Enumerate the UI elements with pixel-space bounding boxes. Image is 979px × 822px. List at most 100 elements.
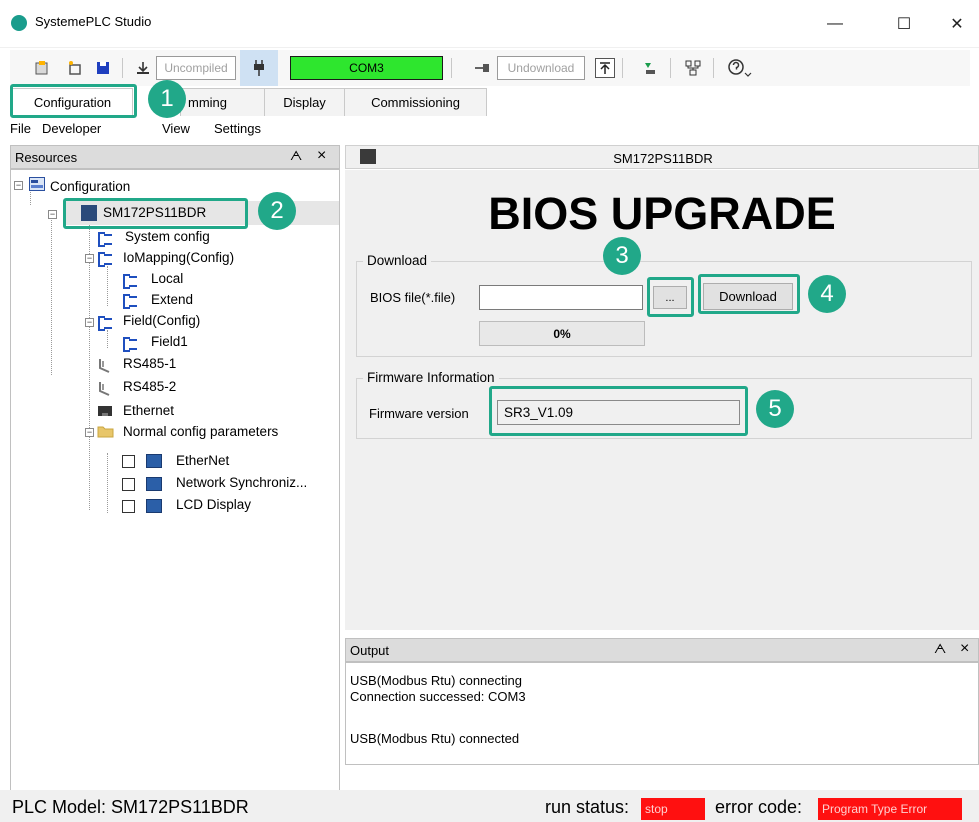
serial-port-icon — [97, 357, 113, 373]
bios-file-input[interactable] — [479, 285, 643, 310]
upload-icon[interactable] — [472, 58, 492, 78]
upload-to-top-icon[interactable] — [595, 58, 615, 78]
help-icon[interactable] — [725, 58, 753, 78]
mapping-icon — [97, 315, 113, 331]
ethernet-port-icon — [97, 404, 113, 418]
download-status-field: Undownload — [497, 56, 585, 80]
toolbar: Uncompiled COM3 Undownload — [10, 50, 970, 86]
save-icon[interactable] — [93, 58, 113, 78]
collapse-toggle[interactable]: − — [85, 254, 94, 263]
pin-icon[interactable]: ᗅ — [290, 148, 302, 164]
output-line: USB(Modbus Rtu) connected — [350, 731, 520, 746]
status-bar: PLC Model: SM172PS11BDR run status: stop… — [0, 790, 979, 822]
minimize-button[interactable]: — — [813, 10, 857, 38]
firmware-group-label: Firmware Information — [363, 370, 499, 385]
tree-node-param-netsync[interactable]: Network Synchroniz... — [176, 475, 307, 490]
collapse-toggle[interactable]: − — [85, 428, 94, 437]
toolbar-separator — [713, 58, 714, 78]
tab-commissioning[interactable]: Commissioning — [344, 88, 487, 116]
run-status-label: run status: — [545, 797, 630, 817]
output-close-icon[interactable]: × — [960, 640, 969, 658]
output-pin-icon[interactable]: ᗅ — [934, 641, 946, 657]
new-project-icon[interactable] — [32, 58, 52, 78]
menu-file[interactable]: File — [10, 121, 31, 136]
mapping-icon — [97, 231, 113, 247]
bios-heading: BIOS UPGRADE — [488, 188, 836, 239]
collapse-toggle[interactable]: − — [14, 181, 23, 190]
error-code-label: error code: — [715, 797, 803, 817]
com-port-field[interactable]: COM3 — [290, 56, 443, 80]
toolbar-separator — [451, 58, 452, 78]
mapping-icon — [122, 293, 138, 309]
connect-button[interactable] — [240, 50, 278, 86]
netsync-param-checkbox[interactable] — [122, 478, 135, 491]
callout-highlight-3 — [647, 277, 694, 317]
tree-guide — [107, 453, 108, 513]
menu-view[interactable]: View — [162, 121, 190, 136]
mapping-icon — [97, 251, 113, 267]
callout-highlight-5 — [489, 386, 748, 436]
tree-node-iomapping[interactable]: IoMapping(Config) — [123, 250, 234, 265]
output-log: USB(Modbus Rtu) connecting Connection su… — [345, 662, 979, 765]
window-title: SystemePLC Studio — [35, 14, 152, 29]
tree-node-local[interactable]: Local — [151, 271, 183, 286]
app-logo-icon — [11, 15, 27, 31]
tree-node-configuration[interactable]: Configuration — [50, 179, 130, 194]
tree-node-system-config[interactable]: System config — [125, 229, 210, 244]
param-icon — [146, 454, 162, 468]
tree-node-param-lcd[interactable]: LCD Display — [176, 497, 251, 512]
tree-node-normal-params[interactable]: Normal config parameters — [123, 424, 278, 439]
tree-guide — [107, 266, 108, 306]
menu-developer[interactable]: Developer — [42, 121, 101, 136]
mapping-icon — [122, 273, 138, 289]
callout-highlight-2 — [63, 198, 248, 229]
run-status-badge: stop — [641, 798, 705, 820]
ethernet-param-checkbox[interactable] — [122, 455, 135, 468]
configuration-icon — [29, 177, 45, 192]
bios-file-label: BIOS file(*.file) — [370, 290, 456, 305]
toolbar-separator — [622, 58, 623, 78]
plc-model-text: PLC Model: SM172PS11BDR — [12, 797, 249, 817]
resources-title: Resources — [15, 150, 78, 165]
callout-highlight-1 — [10, 84, 137, 118]
tree-node-field[interactable]: Field(Config) — [123, 313, 200, 328]
maximize-button[interactable]: ☐ — [882, 10, 926, 38]
resources-close-icon[interactable]: × — [317, 147, 326, 165]
tree-node-rs485-1[interactable]: RS485-1 — [123, 356, 176, 371]
network-config-icon[interactable] — [683, 58, 703, 78]
monitor-icon[interactable] — [640, 58, 660, 78]
download-group-label: Download — [363, 253, 432, 268]
output-line: USB(Modbus Rtu) connecting — [350, 673, 522, 688]
tree-node-rs485-2[interactable]: RS485-2 — [123, 379, 176, 394]
compile-icon[interactable] — [133, 58, 153, 78]
lcd-param-checkbox[interactable] — [122, 500, 135, 513]
resources-header: Resources ᗅ × — [10, 145, 340, 169]
close-button[interactable]: ✕ — [935, 10, 979, 38]
tab-display[interactable]: Display — [264, 88, 345, 116]
callout-highlight-4 — [698, 274, 800, 314]
serial-port-icon — [97, 380, 113, 396]
resources-tree: − Configuration − SM172PS11BDR 2 System … — [10, 169, 340, 792]
collapse-toggle[interactable]: − — [85, 318, 94, 327]
tree-node-field1[interactable]: Field1 — [151, 334, 188, 349]
error-code-badge: Program Type Error — [818, 798, 962, 820]
toolbar-separator — [122, 58, 123, 78]
menu-settings[interactable]: Settings — [214, 121, 261, 136]
tree-node-extend[interactable]: Extend — [151, 292, 193, 307]
tab-programming[interactable]: mming — [180, 88, 265, 116]
toolbar-separator — [670, 58, 671, 78]
folder-icon — [97, 424, 114, 438]
callout-badge-5: 5 — [756, 390, 794, 428]
device-header-title: SM172PS11BDR — [613, 151, 713, 166]
callout-badge-3: 3 — [603, 237, 641, 275]
output-title: Output — [350, 643, 390, 658]
callout-badge-2: 2 — [258, 192, 296, 230]
progress-label: 0% — [553, 327, 571, 341]
mapping-icon — [122, 336, 138, 352]
tree-node-param-ethernet[interactable]: EtherNet — [176, 453, 229, 468]
plug-icon — [253, 59, 265, 77]
open-project-icon[interactable] — [65, 58, 85, 78]
collapse-toggle[interactable]: − — [48, 210, 57, 219]
tree-node-ethernet[interactable]: Ethernet — [123, 403, 174, 418]
compile-status-field: Uncompiled — [156, 56, 236, 80]
